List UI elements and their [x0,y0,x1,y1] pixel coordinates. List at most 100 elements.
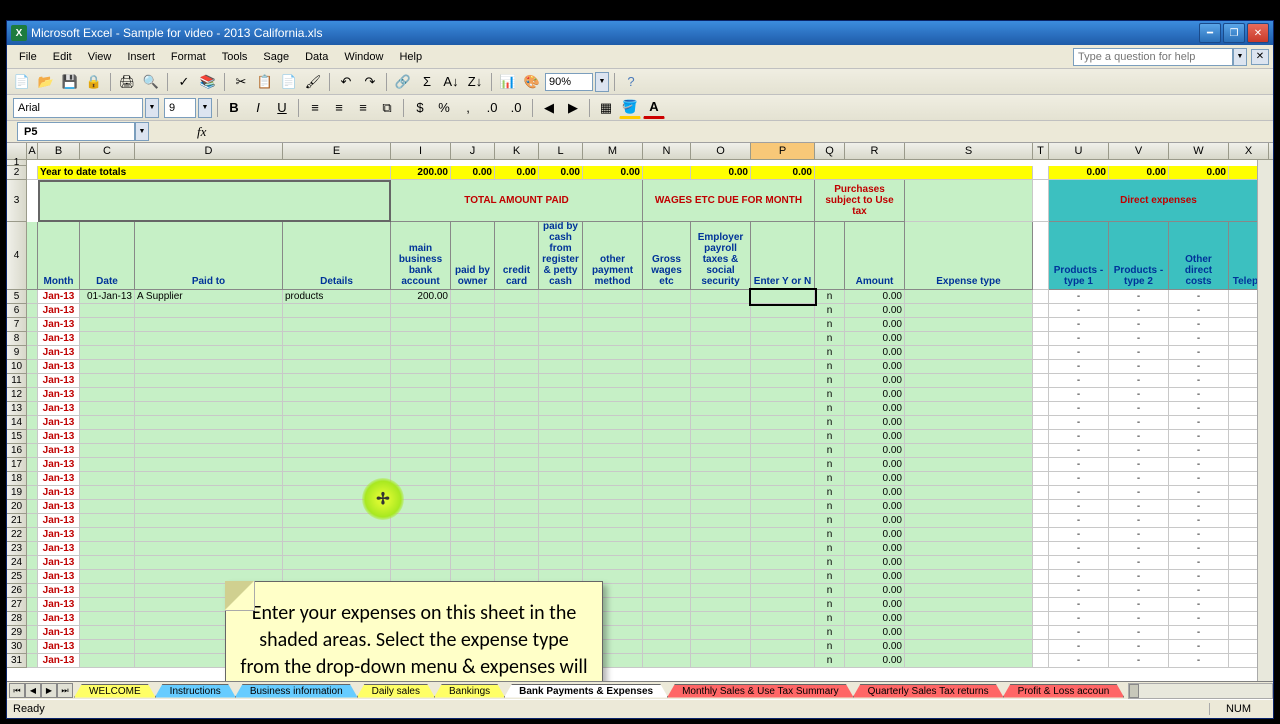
direct-U26[interactable]: - [1049,584,1109,598]
cell-C21[interactable] [80,514,135,528]
col-label-Q[interactable] [815,222,845,290]
fill-color-icon[interactable]: 🪣 [619,97,641,119]
exptype-17[interactable] [905,458,1033,472]
cell-K19[interactable] [495,486,539,500]
row-header-14[interactable]: 14 [7,416,27,430]
enteryn-9[interactable]: n [815,346,845,360]
cell-K14[interactable] [495,416,539,430]
cell-C24[interactable] [80,556,135,570]
amount-16[interactable]: 0.00 [845,444,905,458]
cell-I8[interactable] [391,332,451,346]
cell-A6[interactable] [27,304,38,318]
cell-A7[interactable] [27,318,38,332]
month-5[interactable]: Jan-13 [38,290,80,304]
row-header-20[interactable]: 20 [7,500,27,514]
cell-L6[interactable] [539,304,583,318]
cell-I23[interactable] [391,542,451,556]
cell-J14[interactable] [451,416,495,430]
amount-7[interactable]: 0.00 [845,318,905,332]
sort-asc-icon[interactable]: A↓ [440,71,462,93]
row-header-26[interactable]: 26 [7,584,27,598]
cell-J13[interactable] [451,402,495,416]
cell-D19[interactable] [135,486,283,500]
exptype-15[interactable] [905,430,1033,444]
direct-W30[interactable]: - [1169,640,1229,654]
format-painter-icon[interactable]: 🖌 [302,71,324,93]
cell-P11[interactable] [751,374,815,388]
amount-8[interactable]: 0.00 [845,332,905,346]
enteryn-31[interactable]: n [815,654,845,668]
cell-A10[interactable] [27,360,38,374]
tab-next-button[interactable]: ▶ [41,683,57,698]
percent-icon[interactable]: % [433,97,455,119]
cell-K16[interactable] [495,444,539,458]
zoom-input[interactable] [545,73,593,91]
cell-P28[interactable] [751,612,815,626]
font-color-icon[interactable]: A [643,97,665,119]
sort-desc-icon[interactable]: Z↓ [464,71,486,93]
cell-K7[interactable] [495,318,539,332]
row-header-12[interactable]: 12 [7,388,27,402]
col-header-D[interactable]: D [135,143,283,159]
month-29[interactable]: Jan-13 [38,626,80,640]
increase-decimal-icon[interactable]: .0 [481,97,503,119]
ytd-P[interactable]: 0.00 [751,166,815,180]
wages-header[interactable]: WAGES ETC DUE FOR MONTH [643,180,815,222]
exptype-11[interactable] [905,374,1033,388]
cell-C13[interactable] [80,402,135,416]
direct-W17[interactable]: - [1169,458,1229,472]
col-header-X[interactable]: X [1229,143,1269,159]
cell-E10[interactable] [283,360,391,374]
help-dropdown[interactable]: ▼ [1233,48,1247,66]
cell-P22[interactable] [751,528,815,542]
col-header-C[interactable]: C [80,143,135,159]
ytd-V[interactable]: 0.00 [1109,166,1169,180]
enteryn-30[interactable]: n [815,640,845,654]
month-26[interactable]: Jan-13 [38,584,80,598]
cell-N26[interactable] [643,584,691,598]
direct-W5[interactable]: - [1169,290,1229,304]
cell-K6[interactable] [495,304,539,318]
cell-P6[interactable] [751,304,815,318]
direct-U27[interactable]: - [1049,598,1109,612]
cell-N29[interactable] [643,626,691,640]
direct-V8[interactable]: - [1109,332,1169,346]
cell-M21[interactable] [583,514,643,528]
cell-C23[interactable] [80,542,135,556]
cell-T13[interactable] [1033,402,1049,416]
col-label-U[interactable]: Products - type 1 [1049,222,1109,290]
cell-D7[interactable] [135,318,283,332]
ytd-J[interactable]: 0.00 [451,166,495,180]
direct-V20[interactable]: - [1109,500,1169,514]
underline-icon[interactable]: U [271,97,293,119]
cell-J20[interactable] [451,500,495,514]
cell-N19[interactable] [643,486,691,500]
cell-O11[interactable] [691,374,751,388]
cell-J12[interactable] [451,388,495,402]
col-label-N[interactable]: Gross wages etc [643,222,691,290]
month-8[interactable]: Jan-13 [38,332,80,346]
menu-insert[interactable]: Insert [119,48,163,66]
ytd-I[interactable]: 200.00 [391,166,451,180]
col-header-I[interactable]: I [391,143,451,159]
col-header-B[interactable]: B [38,143,80,159]
direct-U18[interactable]: - [1049,472,1109,486]
cell-L5[interactable] [539,290,583,304]
cell-C25[interactable] [80,570,135,584]
cell-O31[interactable] [691,654,751,668]
horizontal-scrollbar[interactable] [1128,683,1273,699]
cell-K17[interactable] [495,458,539,472]
amount-31[interactable]: 0.00 [845,654,905,668]
direct-W25[interactable]: - [1169,570,1229,584]
cell-T28[interactable] [1033,612,1049,626]
cell-O30[interactable] [691,640,751,654]
direct-W20[interactable]: - [1169,500,1229,514]
cell-M22[interactable] [583,528,643,542]
cell-O7[interactable] [691,318,751,332]
direct-W22[interactable]: - [1169,528,1229,542]
exptype-8[interactable] [905,332,1033,346]
direct-U29[interactable]: - [1049,626,1109,640]
exptype-16[interactable] [905,444,1033,458]
print-preview-icon[interactable]: 🔍 [140,71,162,93]
enteryn-21[interactable]: n [815,514,845,528]
